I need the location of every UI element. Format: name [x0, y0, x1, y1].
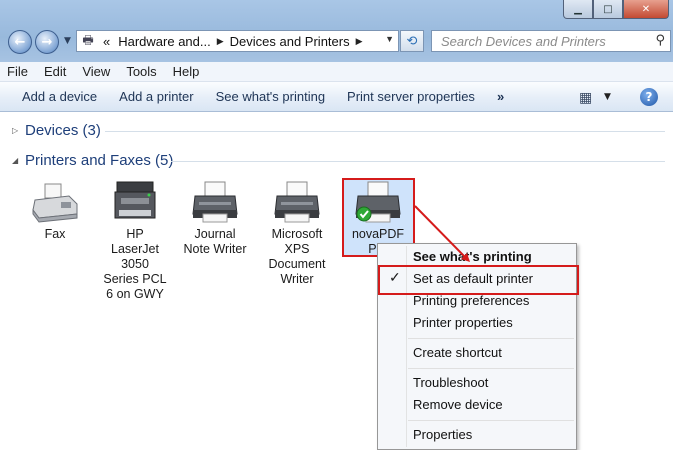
forward-button[interactable]: →	[35, 30, 59, 54]
search-icon[interactable]: ⚲	[655, 33, 665, 48]
group-divider	[105, 131, 665, 132]
add-printer-button[interactable]: Add a printer	[97, 89, 193, 104]
title-bar: ▁ □ ✕ ← → ▼ 🖶 « Hardware and... ▶ Device…	[0, 0, 673, 62]
default-printer-icon	[355, 181, 401, 223]
printer-microsoft-xps[interactable]: Microsoft XPS Document Writer	[264, 180, 330, 287]
menu-bar: File Edit View Tools Help	[0, 62, 673, 82]
forward-arrow-icon: →	[41, 34, 53, 50]
printer-label: Microsoft XPS Document Writer	[268, 227, 326, 286]
group-divider	[171, 161, 665, 162]
print-server-properties-button[interactable]: Print server properties	[325, 89, 475, 104]
command-bar: Add a device Add a printer See what's pr…	[0, 82, 673, 112]
see-printing-button[interactable]: See what's printing	[194, 89, 325, 104]
add-device-button[interactable]: Add a device	[0, 89, 97, 104]
collapse-arrow-icon[interactable]: ◢	[12, 156, 25, 165]
control-panel-icon: 🖶	[82, 32, 94, 47]
printer-fax[interactable]: Fax	[22, 180, 88, 242]
view-dropdown-icon[interactable]: ▼	[604, 92, 611, 102]
change-view-icon[interactable]: ▦	[579, 90, 592, 106]
printer-label: HP LaserJet 3050 Series PCL 6 on GWY	[103, 227, 167, 301]
chevron-right-icon[interactable]: ▶	[354, 36, 365, 47]
menu-separator	[408, 368, 574, 369]
address-dropdown-icon[interactable]: ▼	[385, 34, 394, 44]
printer-label: Fax	[44, 227, 66, 241]
address-bar[interactable]: 🖶 « Hardware and... ▶ Devices and Printe…	[76, 30, 399, 52]
menu-create-shortcut[interactable]: Create shortcut	[413, 342, 502, 364]
chevron-right-icon[interactable]: ▶	[215, 36, 226, 47]
printer-icon	[192, 181, 238, 223]
search-input[interactable]	[439, 32, 649, 50]
menu-file[interactable]: File	[0, 64, 35, 79]
min-icon: ▁	[574, 3, 582, 15]
back-arrow-icon: ←	[14, 34, 26, 50]
refresh-icon: ⟲	[406, 33, 418, 49]
menu-troubleshoot[interactable]: Troubleshoot	[413, 372, 488, 394]
printer-icon	[274, 181, 320, 223]
breadcrumb-devices-printers[interactable]: Devices and Printers	[226, 34, 354, 49]
menu-view[interactable]: View	[75, 64, 117, 79]
address-overflow[interactable]: «	[99, 34, 114, 49]
menu-printer-properties[interactable]: Printer properties	[413, 312, 513, 334]
group-devices[interactable]: ▷ Devices (3)	[12, 122, 101, 139]
search-box[interactable]: ⚲	[431, 30, 671, 52]
menu-remove-device[interactable]: Remove device	[413, 394, 503, 416]
help-icon[interactable]: ?	[640, 88, 658, 106]
group-printers[interactable]: ◢ Printers and Faxes (5)	[12, 152, 173, 169]
expand-arrow-icon[interactable]: ▷	[12, 126, 25, 135]
menu-properties[interactable]: Properties	[413, 424, 472, 446]
menu-separator	[408, 338, 574, 339]
menu-help[interactable]: Help	[166, 64, 207, 79]
minimize-button[interactable]: ▁	[563, 0, 593, 19]
max-icon: □	[603, 3, 613, 15]
close-button[interactable]: ✕	[623, 0, 669, 19]
menu-printing-preferences[interactable]: Printing preferences	[413, 290, 529, 312]
group-printers-label: Printers and Faxes (5)	[25, 152, 174, 169]
multifunction-printer-icon	[114, 181, 156, 219]
printer-journal-note-writer[interactable]: Journal Note Writer	[182, 180, 248, 257]
caption-buttons: ▁ □ ✕	[563, 0, 669, 19]
printer-hp-laserjet[interactable]: HP LaserJet 3050 Series PCL 6 on GWY	[102, 180, 168, 302]
back-button[interactable]: ←	[8, 30, 32, 54]
menu-set-default-printer[interactable]: Set as default printer	[413, 268, 533, 290]
maximize-button[interactable]: □	[593, 0, 623, 19]
more-commands-button[interactable]: »	[475, 89, 504, 104]
menu-separator	[408, 420, 574, 421]
menu-tools[interactable]: Tools	[119, 64, 163, 79]
printer-label: Journal Note Writer	[183, 227, 247, 256]
checkmark-icon: ✓	[389, 269, 401, 285]
menu-edit[interactable]: Edit	[37, 64, 73, 79]
refresh-button[interactable]: ⟲	[400, 30, 424, 52]
group-devices-label: Devices (3)	[25, 122, 101, 139]
breadcrumb-hardware[interactable]: Hardware and...	[114, 34, 215, 49]
close-icon: ✕	[641, 3, 651, 15]
recent-pages-dropdown[interactable]: ▼	[64, 36, 71, 46]
fax-icon	[32, 183, 78, 223]
context-menu: See what's printing ✓ Set as default pri…	[377, 243, 579, 450]
